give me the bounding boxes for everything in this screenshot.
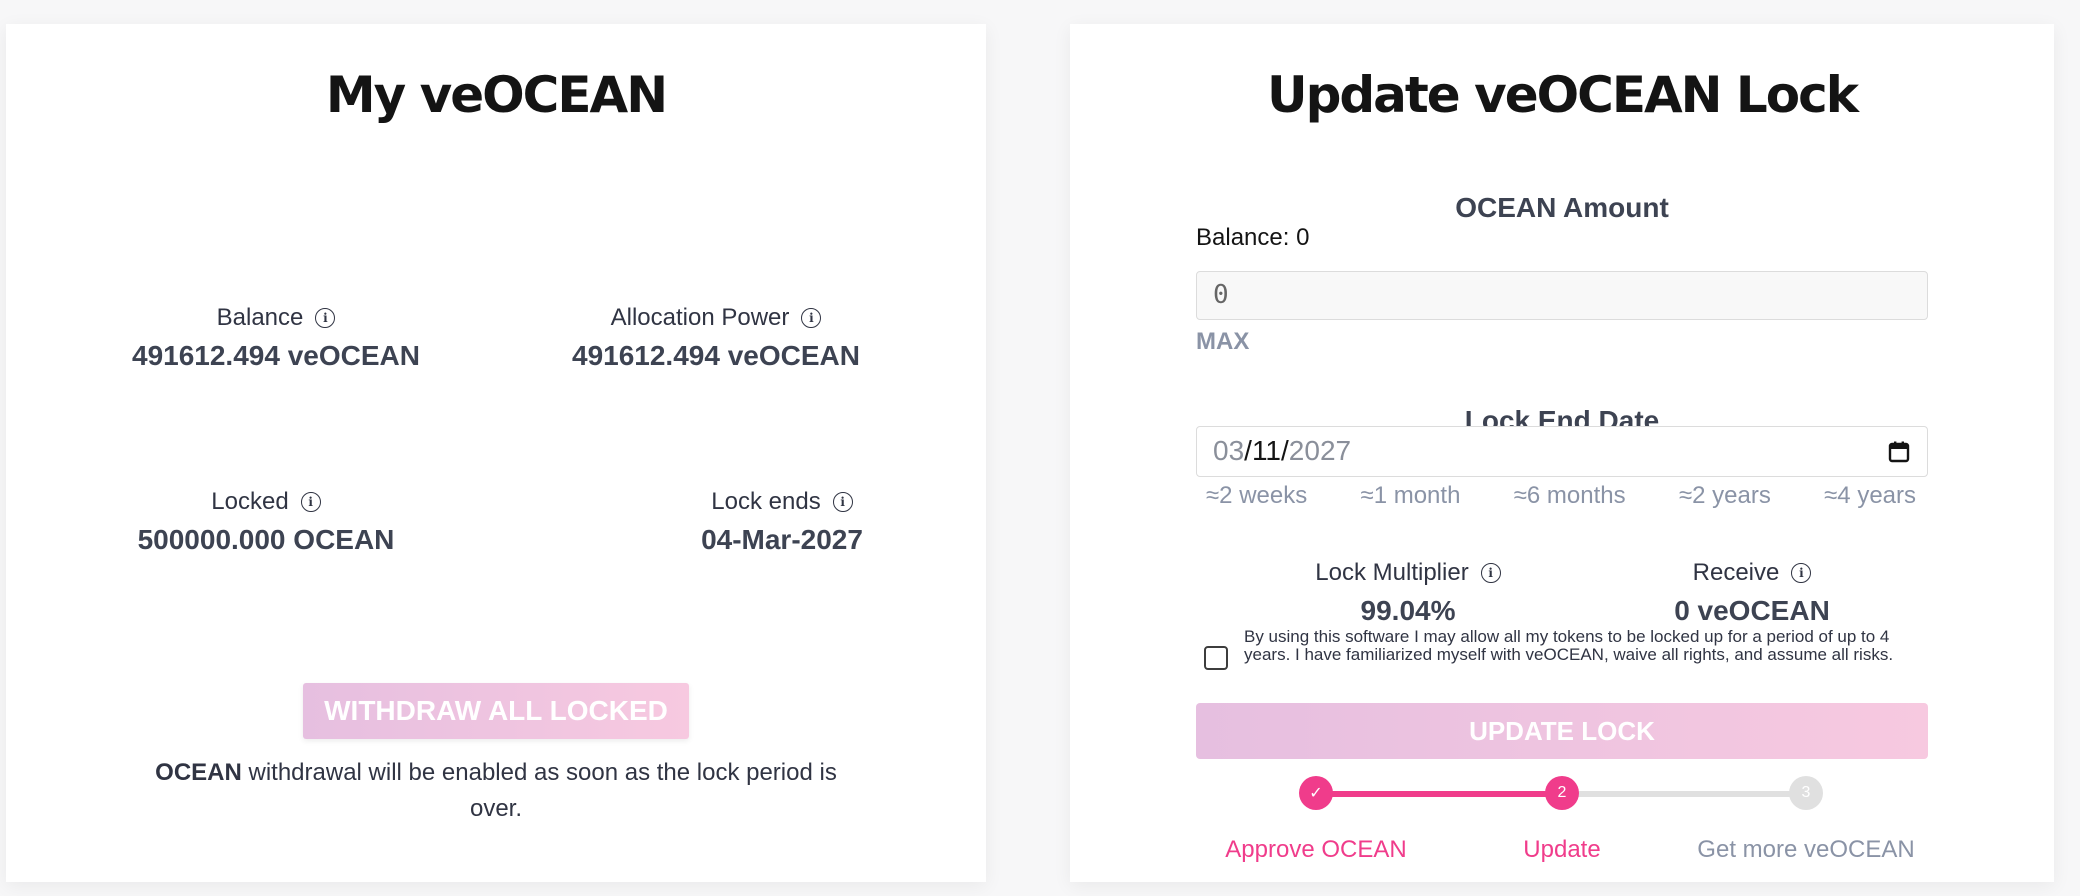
lock-ends-value: 04-Mar-2027 — [701, 524, 863, 555]
info-icon[interactable]: i — [1791, 563, 1812, 583]
step-connector — [1316, 791, 1562, 797]
preset-2-weeks[interactable]: ≈2 weeks — [1206, 482, 1307, 510]
withdraw-note-token: OCEAN — [155, 759, 242, 786]
allocation-power-stat: Allocation Power i 491612.494 veOCEAN — [506, 304, 926, 372]
lock-duration-presets: ≈2 weeks ≈1 month ≈6 months ≈2 years ≈4 … — [1196, 482, 1928, 510]
calendar-icon[interactable] — [1887, 440, 1911, 464]
my-veocean-card: My veOCEAN Balance i 491612.494 veOCEAN … — [6, 24, 986, 882]
card-title: My veOCEAN — [325, 66, 668, 124]
max-button[interactable]: MAX — [1196, 328, 1249, 356]
step-update-label: Update — [1523, 836, 1601, 863]
allocation-power-label: Allocation Power — [610, 304, 790, 331]
allocation-power-value: 491612.494 veOCEAN — [572, 340, 860, 371]
lock-end-date-input[interactable]: 03/11/2027 — [1196, 426, 1928, 477]
lock-multiplier-stat: Lock Multiplier i 99.04% — [1258, 559, 1558, 627]
date-year: 2027 — [1288, 435, 1352, 466]
ocean-amount-input[interactable]: 0 — [1196, 271, 1928, 320]
withdraw-note: OCEAN withdrawal will be enabled as soon… — [146, 755, 846, 827]
receive-value: 0 veOCEAN — [1674, 595, 1830, 626]
progress-stepper: ✓ 2 3 Approve OCEAN Update Get more veOC… — [1070, 776, 2054, 866]
receive-stat: Receive i 0 veOCEAN — [1602, 559, 1902, 627]
date-month: 03 — [1213, 435, 1245, 466]
receive-label: Receive — [1692, 559, 1780, 586]
info-icon[interactable]: i — [801, 308, 822, 328]
balance-text: Balance: 0 — [1196, 224, 1310, 251]
date-separator: / — [1244, 435, 1252, 466]
step-approve-label: Approve OCEAN — [1225, 836, 1407, 863]
preset-2-years[interactable]: ≈2 years — [1679, 482, 1771, 510]
step-get-more-label: Get more veOCEAN — [1697, 836, 1915, 863]
update-lock-button[interactable]: UPDATE LOCK — [1196, 703, 1928, 759]
withdraw-all-locked-button[interactable]: WITHDRAW ALL LOCKED — [303, 683, 689, 739]
withdraw-note-text: withdrawal will be enabled as soon as th… — [241, 759, 837, 822]
lock-ends-label: Lock ends — [711, 488, 821, 515]
date-separator: / — [1281, 435, 1289, 466]
step-connector — [1562, 791, 1806, 797]
info-icon[interactable]: i — [315, 308, 336, 328]
lock-ends-stat: Lock ends i 04-Mar-2027 — [572, 488, 992, 556]
terms-checkbox[interactable] — [1204, 646, 1228, 670]
balance-stat: Balance i 491612.494 veOCEAN — [66, 304, 486, 372]
step-approve-marker: ✓ — [1299, 776, 1333, 810]
info-icon[interactable]: i — [300, 492, 321, 512]
lock-multiplier-label: Lock Multiplier — [1315, 559, 1469, 586]
step-update-marker: 2 — [1545, 776, 1579, 810]
info-icon[interactable]: i — [1480, 563, 1501, 583]
step-get-more-marker: 3 — [1789, 776, 1823, 810]
lock-multiplier-value: 99.04% — [1360, 595, 1456, 626]
terms-text: By using this software I may allow all m… — [1244, 627, 1894, 664]
preset-6-months[interactable]: ≈6 months — [1514, 482, 1626, 510]
locked-value: 500000.000 OCEAN — [137, 524, 395, 555]
locked-label: Locked — [211, 488, 289, 515]
locked-stat: Locked i 500000.000 OCEAN — [56, 488, 476, 556]
update-lock-card: Update veOCEAN Lock OCEAN Amount Balance… — [1070, 24, 2054, 882]
preset-1-month[interactable]: ≈1 month — [1361, 482, 1461, 510]
card-title: Update veOCEAN Lock — [1266, 66, 1859, 124]
info-icon[interactable]: i — [832, 492, 853, 512]
balance-label: Balance — [216, 304, 304, 331]
ocean-amount-title: OCEAN Amount — [1455, 192, 1669, 223]
balance-value: 491612.494 veOCEAN — [132, 340, 420, 371]
preset-4-years[interactable]: ≈4 years — [1824, 482, 1916, 510]
date-day: 11 — [1251, 435, 1282, 466]
